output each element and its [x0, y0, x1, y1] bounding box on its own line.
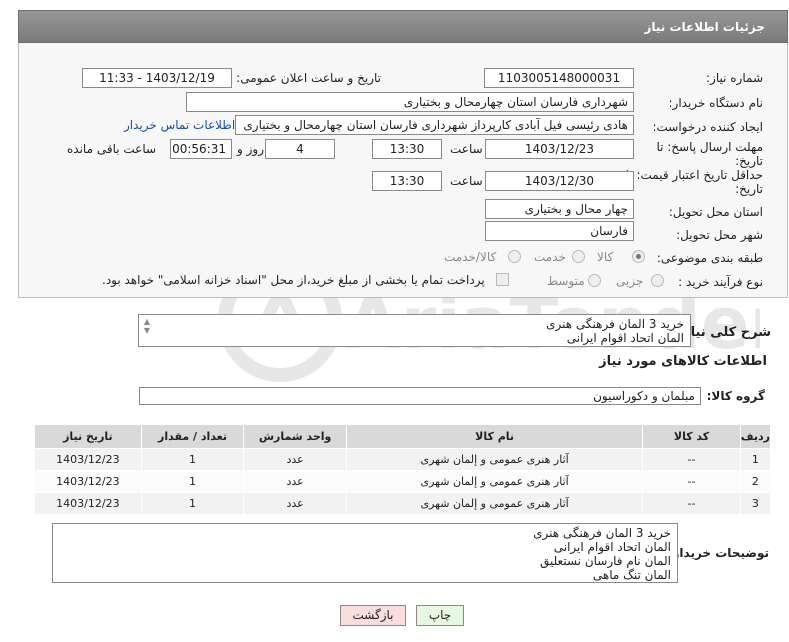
goods-section-title: اطلاعات کالاهای مورد نیاز — [599, 354, 767, 369]
cell-date: 1403/12/23 — [34, 492, 142, 515]
notes-line-2: المان اتحاد اقوام ایرانی — [553, 540, 671, 554]
requester-label: ایجاد کننده درخواست: — [652, 120, 763, 134]
remaining-time-field[interactable]: 00:56:31 — [170, 139, 232, 159]
reply-date-field[interactable]: 1403/12/23 — [485, 139, 634, 159]
reply-time-field[interactable]: 13:30 — [372, 139, 442, 159]
col-row: ردیف — [739, 424, 772, 449]
cell-qty: 1 — [140, 448, 245, 471]
goods-group-label: گروه کالا: — [706, 389, 765, 403]
city-label: شهر محل تحویل: — [676, 228, 763, 242]
cell-name: آثار هنری عمومی و إلمان شهری — [345, 470, 644, 493]
process-radio-minor[interactable] — [651, 274, 664, 287]
cell-row: 3 — [739, 492, 772, 515]
cell-row: 2 — [739, 470, 772, 493]
col-unit: واحد شمارش — [243, 424, 347, 449]
reply-deadline-label-2: تاریخ: — [735, 154, 763, 168]
category-service-label: خدمت — [534, 250, 566, 264]
buyer-org-label: نام دستگاه خریدار: — [668, 96, 764, 110]
validity-label-2: تاریخ: — [735, 182, 763, 196]
treasury-payment-note: پرداخت تمام یا بخشی از مبلغ خرید،از محل … — [102, 273, 485, 287]
buyer-notes-textarea[interactable]: خرید 3 المان فرهنگی هنری المان اتحاد اقو… — [52, 523, 678, 583]
back-button[interactable]: بازگشت — [340, 605, 406, 626]
panel-header: جزئیات اطلاعات نیاز — [18, 10, 788, 43]
category-radio-both[interactable] — [508, 250, 521, 263]
cell-unit: عدد — [243, 448, 347, 471]
cell-name: آثار هنری عمومی و إلمان شهری — [345, 448, 644, 471]
validity-time-label: ساعت — [450, 174, 483, 188]
cell-qty: 1 — [140, 492, 245, 515]
cell-date: 1403/12/23 — [34, 470, 142, 493]
col-qty: تعداد / مقدار — [140, 424, 245, 449]
remaining-label: ساعت باقی مانده — [67, 142, 157, 156]
announce-field[interactable]: 1403/12/19 - 11:33 — [82, 68, 232, 88]
cell-name: آثار هنری عمومی و إلمان شهری — [345, 492, 644, 515]
notes-line-4: المان تنگ ماهی — [592, 568, 671, 582]
notes-line-3: المان نام فارسان نستعلیق — [539, 554, 671, 568]
category-radio-goods[interactable] — [632, 250, 645, 263]
process-radio-medium[interactable] — [588, 274, 601, 287]
requester-field[interactable]: هادی رئیسی فیل آبادی کارپرداز شهرداری فا… — [235, 115, 634, 135]
col-date: تاریخ نیاز — [34, 424, 142, 449]
panel-title: جزئیات اطلاعات نیاز — [644, 20, 765, 34]
validity-label: حداقل تاریخ اعتبار قیمت: تا — [625, 168, 763, 182]
cell-code: -- — [642, 470, 741, 493]
need-number-label: شماره نیاز: — [706, 71, 763, 85]
summary-line-1: خرید 3 المان فرهنگی هنری — [546, 317, 684, 331]
cell-code: -- — [642, 492, 741, 515]
cell-date: 1403/12/23 — [34, 448, 142, 471]
province-label: استان محل تحویل: — [668, 205, 763, 219]
summary-textarea[interactable]: خرید 3 المان فرهنگی هنری المان اتحاد اقو… — [138, 314, 691, 347]
days-label: روز و — [237, 142, 264, 156]
buyer-contact-link[interactable]: اطلاعات تماس خریدار — [124, 118, 235, 132]
province-field[interactable]: چهار محال و بختیاری — [485, 199, 634, 219]
buyer-notes-label: توضیحات خریدار: — [667, 546, 769, 560]
goods-group-field[interactable]: مبلمان و دکوراسیون — [139, 387, 701, 405]
announce-label: تاریخ و ساعت اعلان عمومی: — [236, 71, 381, 85]
col-code: کد کالا — [642, 424, 741, 449]
table-row[interactable]: 3 -- آثار هنری عمومی و إلمان شهری عدد 1 … — [34, 492, 772, 515]
process-medium-label: متوسط — [547, 274, 585, 288]
buyer-org-field[interactable]: شهرداری فارسان استان چهارمحال و بختیاری — [186, 92, 634, 112]
print-button[interactable]: چاپ — [416, 605, 464, 626]
cell-unit: عدد — [243, 492, 347, 515]
city-field[interactable]: فارسان — [485, 221, 634, 241]
validity-date-field[interactable]: 1403/12/30 — [485, 171, 634, 191]
category-goods-label: کالا — [597, 250, 614, 264]
goods-table: ردیف کد کالا نام کالا واحد شمارش تعداد /… — [34, 424, 772, 515]
cell-code: -- — [642, 448, 741, 471]
validity-time-field[interactable]: 13:30 — [372, 171, 442, 191]
reply-time-label: ساعت — [450, 142, 483, 156]
category-label: طبقه بندی موضوعی: — [656, 251, 763, 265]
cell-qty: 1 — [140, 470, 245, 493]
goods-table-header: ردیف کد کالا نام کالا واحد شمارش تعداد /… — [34, 424, 772, 449]
summary-line-2: المان اتحاد اقوام ایرانی — [566, 331, 684, 345]
category-radio-service[interactable] — [572, 250, 585, 263]
summary-label: شرح کلی نیاز: — [677, 325, 771, 340]
col-name: نام کالا — [345, 424, 644, 449]
process-minor-label: جزیی — [616, 274, 644, 288]
cell-unit: عدد — [243, 470, 347, 493]
notes-line-1: خرید 3 المان فرهنگی هنری — [533, 526, 671, 540]
reply-deadline-label: مهلت ارسال پاسخ: تا — [656, 140, 763, 154]
category-both-label: کالا/خدمت — [444, 250, 497, 264]
days-field[interactable]: 4 — [265, 139, 335, 159]
cell-row: 1 — [739, 448, 772, 471]
table-row[interactable]: 1 -- آثار هنری عمومی و إلمان شهری عدد 1 … — [34, 448, 772, 471]
treasury-payment-checkbox[interactable] — [496, 273, 509, 286]
table-row[interactable]: 2 -- آثار هنری عمومی و إلمان شهری عدد 1 … — [34, 470, 772, 493]
process-label: نوع فرآیند خرید : — [678, 275, 763, 289]
need-number-field[interactable]: 1103005148000031 — [484, 68, 634, 88]
summary-scroll-arrows[interactable]: ▲ ▼ — [140, 317, 154, 345]
